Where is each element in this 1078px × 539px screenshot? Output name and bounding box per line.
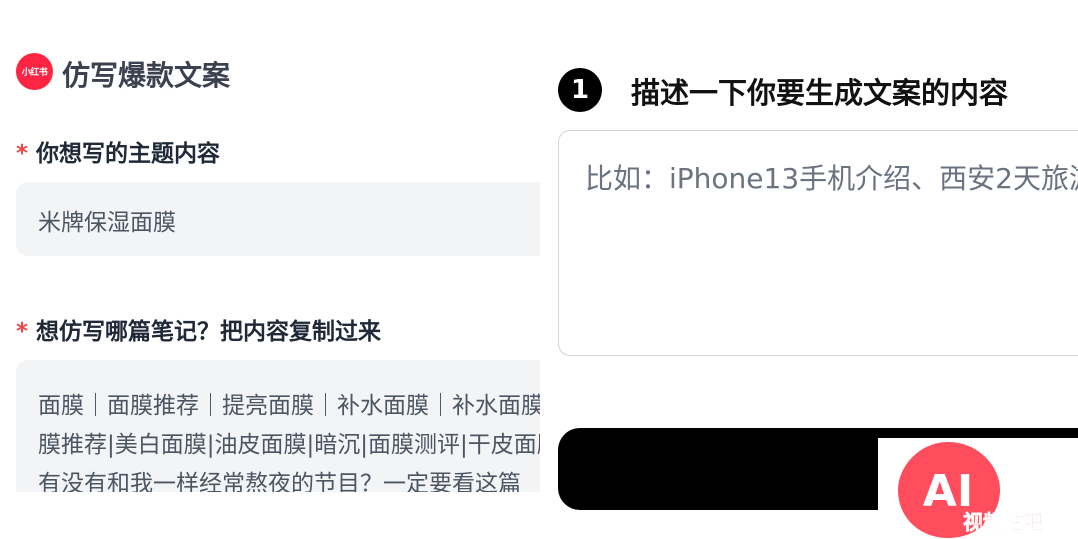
copy-text-line: 膜推荐|美白面膜|油皮面膜|暗沉|面膜测评|干皮面膜 xyxy=(38,432,540,458)
copy-text-line: 面膜｜面膜推荐｜提亮面膜｜补水面膜｜补水面膜推荐 xyxy=(38,393,540,419)
copy-label-text: 想仿写哪篇笔记？把内容复制过来 xyxy=(36,319,382,345)
topic-input[interactable]: 米牌保湿面膜 xyxy=(16,182,540,256)
content-description-textarea[interactable]: 比如：iPhone13手机介绍、西安2天旅游攻略 xyxy=(558,130,1078,356)
required-mark: * xyxy=(16,141,29,167)
copy-text-line: 有没有和我一样经常熬夜的节目？一定要看这篇 xyxy=(38,471,521,492)
step-number-badge: 1 xyxy=(558,68,602,112)
step-title: 描述一下你要生成文案的内容 xyxy=(631,76,1009,110)
required-mark: * xyxy=(16,319,29,345)
topic-label: * 你想写的主题内容 xyxy=(16,134,220,168)
xiaohongshu-logo-icon: 小红书 xyxy=(16,53,53,90)
copy-textarea[interactable]: 面膜｜面膜推荐｜提亮面膜｜补水面膜｜补水面膜推荐 膜推荐|美白面膜|油皮面膜|暗… xyxy=(16,360,540,492)
watermark-logo-icon: AI 视频贴吧 xyxy=(898,442,1043,538)
watermark-logo: AI 视频贴吧 xyxy=(878,438,1078,539)
topic-input-value: 米牌保湿面膜 xyxy=(38,210,176,236)
page-title: 仿写爆款文案 xyxy=(62,59,231,92)
copy-label: * 想仿写哪篇笔记？把内容复制过来 xyxy=(16,312,381,346)
watermark-subtext: 视频贴吧 xyxy=(963,510,1043,534)
topic-label-text: 你想写的主题内容 xyxy=(36,141,221,167)
textarea-placeholder: 比如：iPhone13手机介绍、西安2天旅游攻略 xyxy=(585,162,1078,195)
xiaohongshu-panel: 小红书 仿写爆款文案 * 你想写的主题内容 米牌保湿面膜 * 想仿写哪篇笔记？把内容… xyxy=(0,0,540,539)
